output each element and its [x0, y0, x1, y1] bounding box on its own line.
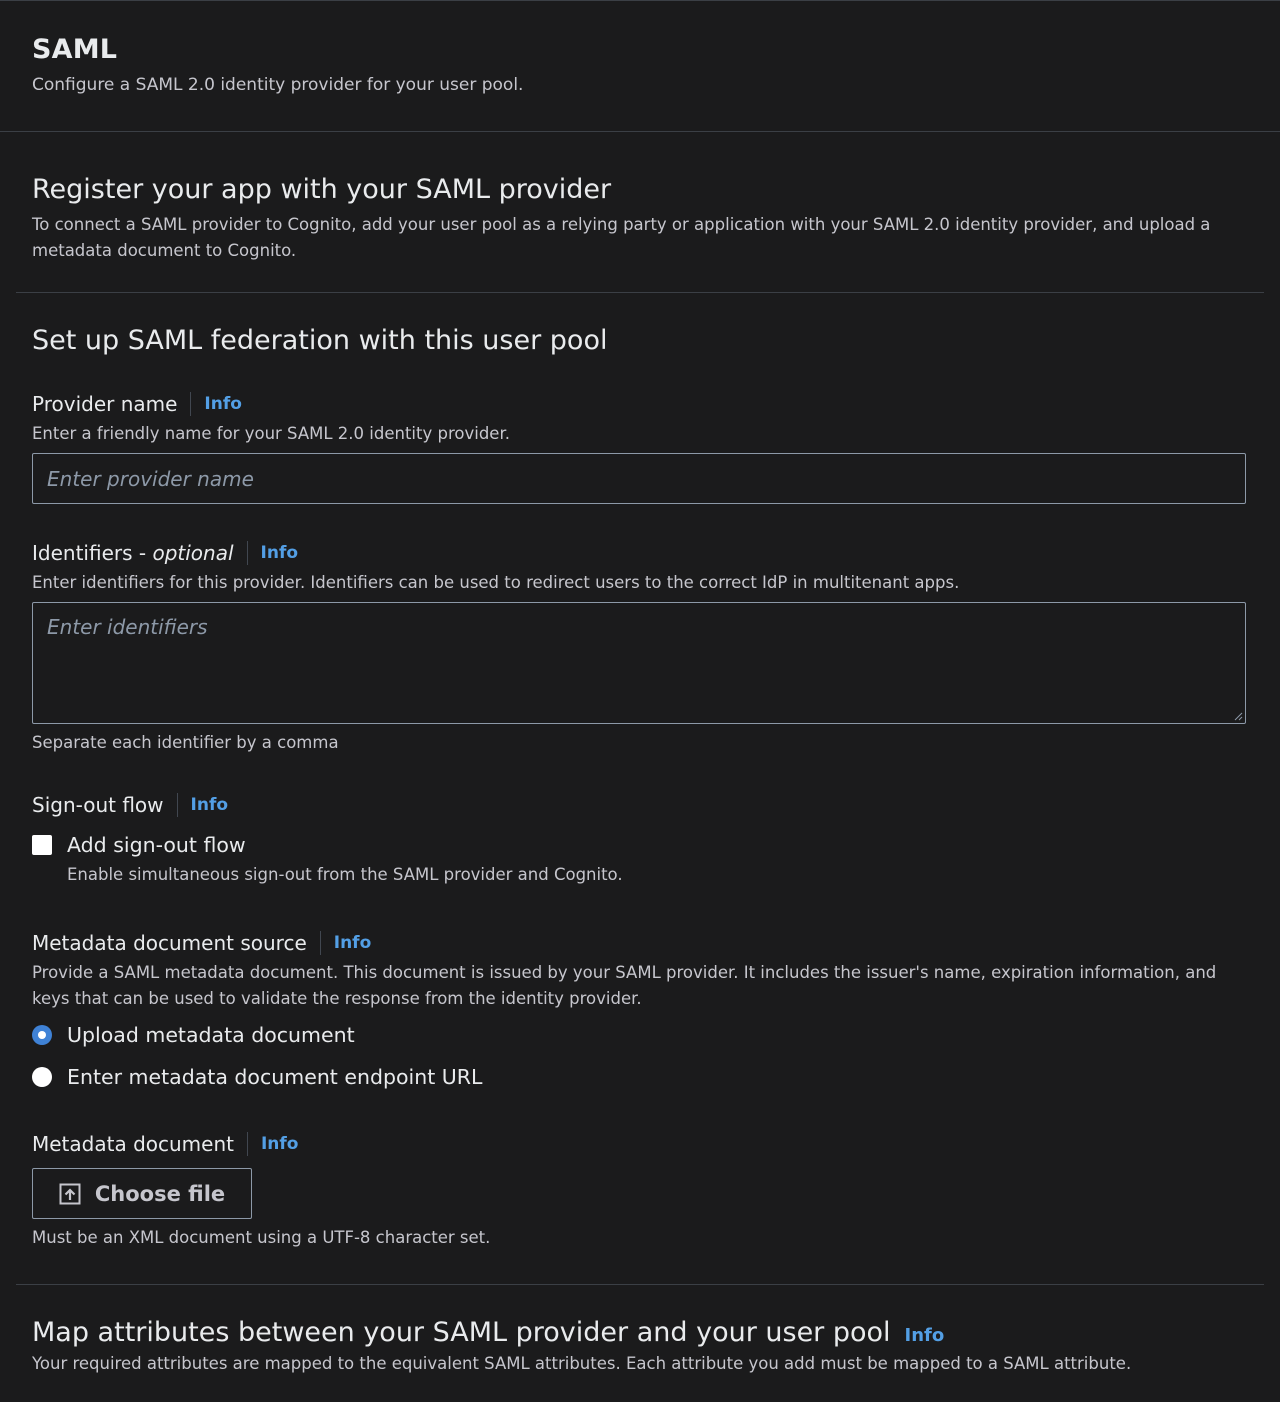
signout-info-link[interactable]: Info — [191, 795, 229, 815]
metadata-source-info-link[interactable]: Info — [334, 933, 372, 953]
choose-file-label: Choose file — [94, 1181, 226, 1206]
resize-handle-icon[interactable] — [1233, 711, 1243, 721]
identifiers-label: Identifiers - optional — [32, 541, 234, 565]
identifiers-textarea[interactable]: Enter identifiers — [32, 602, 1246, 724]
identifiers-description: Enter identifiers for this provider. Ide… — [32, 573, 960, 592]
signout-checkbox-row[interactable]: Add sign-out flow — [32, 830, 1248, 860]
divider — [246, 1132, 248, 1156]
page-description: Configure a SAML 2.0 identity provider f… — [32, 75, 524, 95]
page-title: SAML — [32, 34, 118, 65]
setup-section: Set up SAML federation with this user po… — [16, 293, 1264, 1285]
radio-button-selected[interactable] — [32, 1025, 52, 1045]
optional-label: optional — [152, 541, 234, 565]
divider — [176, 793, 178, 817]
saml-page: SAML Configure a SAML 2.0 identity provi… — [0, 0, 1280, 1402]
metadata-document-field: Metadata document Info Choose file Must … — [32, 1129, 1248, 1251]
map-attributes-description: Your required attributes are mapped to t… — [32, 1354, 1132, 1373]
provider-name-field: Provider name Info Enter a friendly name… — [32, 389, 1248, 504]
map-attributes-section: Map attributes between your SAML provide… — [16, 1285, 1264, 1377]
map-attributes-info-link[interactable]: Info — [905, 1325, 945, 1346]
metadata-document-constraint: Must be an XML document using a UTF-8 ch… — [32, 1228, 491, 1247]
metadata-document-label: Metadata document — [32, 1132, 234, 1156]
signout-checkbox[interactable] — [32, 835, 52, 855]
signout-label: Sign-out flow — [32, 793, 164, 817]
metadata-document-info-link[interactable]: Info — [261, 1134, 299, 1154]
provider-name-description: Enter a friendly name for your SAML 2.0 … — [32, 424, 510, 443]
divider — [190, 392, 192, 416]
divider — [319, 931, 321, 955]
identifiers-info-link[interactable]: Info — [261, 543, 299, 563]
radio-upload-metadata[interactable]: Upload metadata document — [32, 1020, 1248, 1050]
radio-endpoint-label[interactable]: Enter metadata document endpoint URL — [67, 1065, 482, 1089]
page-header: SAML Configure a SAML 2.0 identity provi… — [0, 1, 1280, 132]
divider — [246, 541, 248, 565]
map-attributes-title: Map attributes between your SAML provide… — [32, 1317, 891, 1348]
register-section: Register your app with your SAML provide… — [16, 132, 1264, 293]
provider-name-info-link[interactable]: Info — [204, 394, 242, 414]
radio-upload-label[interactable]: Upload metadata document — [67, 1023, 355, 1047]
metadata-source-description: Provide a SAML metadata document. This d… — [32, 963, 1217, 1008]
signout-checkbox-description: Enable simultaneous sign-out from the SA… — [67, 865, 623, 884]
provider-name-input[interactable]: Enter provider name — [32, 453, 1246, 504]
identifiers-placeholder: Enter identifiers — [47, 615, 208, 639]
radio-button[interactable] — [32, 1067, 52, 1087]
identifiers-constraint: Separate each identifier by a comma — [32, 733, 339, 752]
setup-title: Set up SAML federation with this user po… — [32, 325, 608, 356]
signout-checkbox-label[interactable]: Add sign-out flow — [67, 833, 246, 857]
register-description: To connect a SAML provider to Cognito, a… — [32, 215, 1211, 260]
identifiers-field: Identifiers - optional Info Enter identi… — [32, 538, 1248, 756]
provider-name-placeholder: Enter provider name — [47, 466, 254, 491]
upload-icon — [59, 1183, 81, 1204]
radio-endpoint-url[interactable]: Enter metadata document endpoint URL — [32, 1062, 1248, 1092]
register-title: Register your app with your SAML provide… — [32, 174, 612, 205]
metadata-source-label: Metadata document source — [32, 931, 307, 955]
metadata-source-field: Metadata document source Info Provide a … — [32, 928, 1248, 1092]
signout-field: Sign-out flow Info Add sign-out flow Ena… — [32, 790, 1248, 888]
choose-file-button[interactable]: Choose file — [32, 1168, 252, 1219]
provider-name-label: Provider name — [32, 392, 178, 416]
